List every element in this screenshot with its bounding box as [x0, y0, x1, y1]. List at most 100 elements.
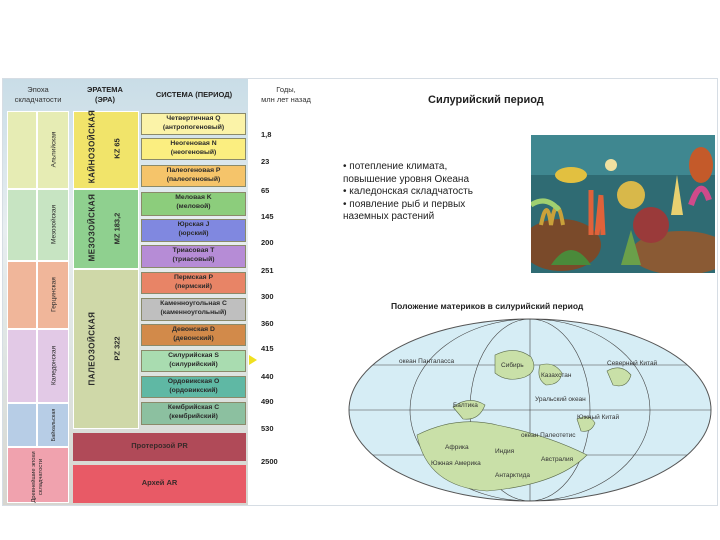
map-label: Казахстан [541, 372, 572, 379]
eon-proterozoic: Протерозой PR [73, 433, 246, 461]
period-neogene: Неогеновая N (неогеновый) [141, 138, 246, 160]
fold-ancient-label: Древнейшие эпохи складчатости [31, 451, 44, 503]
era-mesozoic-code: MZ 183,2 [112, 212, 122, 245]
era-paleozoic: ПАЛЕОЗОЙСКАЯ PZ 322 [73, 269, 139, 429]
map-label: Уральский океан [535, 395, 586, 403]
fold-hercynian-label: Герцинская [50, 277, 58, 312]
period-paleogene-sub: (палеогеновый) [166, 175, 221, 183]
period-quaternary-sub: (антропогеновый) [162, 123, 225, 131]
era-mesozoic: МЕЗОЗОЙСКАЯ MZ 183,2 [73, 189, 139, 269]
map-label: Балтика [453, 402, 478, 409]
silurian-world-map: океан Панталасса Сибирь Казахстан Северн… [348, 318, 712, 502]
map-label: океан Панталасса [399, 358, 454, 365]
year-label: 1,8 [261, 130, 272, 139]
map-label: океан Палеотетис [521, 432, 576, 439]
period-neogene-sub: (неогеновый) [170, 148, 217, 156]
year-label: 360 [261, 319, 274, 328]
fold-hercynian [7, 261, 37, 329]
period-carboniferous-name: Каменноугольная C [160, 300, 227, 307]
map-label: Северный Китай [607, 359, 658, 367]
period-jurassic: Юрская J (юрский) [141, 219, 246, 242]
header-eratema-line2: (ЭРА) [94, 95, 116, 104]
era-cenozoic-code: KZ 65 [112, 138, 122, 159]
period-jurassic-sub: (юрский) [178, 229, 209, 237]
map-label: Африка [445, 444, 469, 451]
header-eratema-line1: ЭРАТЕМА [87, 85, 123, 94]
year-label: 2500 [261, 457, 278, 466]
header-fold-epoch-line2: складчатости [14, 95, 62, 104]
period-neogene-name: Неогеновая N [170, 140, 217, 147]
fold-alpine [7, 111, 37, 189]
fold-caledonian-label-cell: Каледонская [37, 329, 69, 403]
period-cambrian-name: Кембрийская C [167, 404, 220, 411]
year-label: 145 [261, 212, 274, 221]
era-paleozoic-code: PZ 322 [112, 336, 122, 361]
year-label: 490 [261, 397, 274, 406]
fold-baikal [7, 403, 37, 447]
fold-mesozoic-label: Мезозойская [50, 205, 58, 244]
header-years-line1: Годы, [276, 85, 296, 94]
header-years: Годы, млн лет назад [251, 85, 321, 105]
header-eratema: ЭРАТЕМА (ЭРА) [75, 85, 135, 105]
period-carboniferous: Каменноугольная C (каменноугольный) [141, 298, 246, 321]
year-label: 65 [261, 186, 270, 195]
silurian-reef-illustration [531, 135, 715, 273]
fold-hercynian-label-cell: Герцинская [37, 261, 69, 329]
fold-caledonian-label: Каледонская [50, 345, 58, 386]
header-system: СИСТЕМА (ПЕРИОД) [155, 90, 233, 99]
header-years-line2: млн лет назад [261, 95, 311, 104]
fold-alpine-label: Альпийская [50, 131, 58, 168]
bullet-line: • появление рыб и первых [343, 198, 466, 210]
fold-baikal-label-cell: Байкальская [37, 403, 69, 447]
year-label: 23 [261, 157, 270, 166]
period-devonian-sub: (девонский) [173, 334, 214, 342]
period-cambrian-sub: (кембрийский) [169, 412, 218, 420]
bullet-line: повышение уровня Океана [343, 173, 470, 185]
period-silurian-sub: (силурийский) [169, 360, 218, 368]
period-cretaceous-name: Меловая K [175, 194, 212, 201]
map-label: Сибирь [501, 361, 524, 369]
year-label: 415 [261, 344, 274, 353]
era-cenozoic: КАЙНОЗОЙСКАЯ KZ 65 [73, 110, 139, 189]
header-fold-epoch-line1: Эпоха [27, 85, 49, 94]
bullet-line: • каледонская складчатость [343, 186, 473, 197]
period-devonian: Девонская D (девонский) [141, 324, 246, 346]
page-title: Силурийский период [428, 94, 544, 106]
period-carboniferous-sub: (каменноугольный) [160, 308, 227, 316]
slide: Эпоха складчатости ЭРАТЕМА (ЭРА) СИСТЕМА… [2, 78, 718, 506]
era-mesozoic-name: МЕЗОЗОЙСКАЯ [87, 193, 97, 262]
year-label: 440 [261, 372, 274, 381]
period-cretaceous: Меловая K (меловой) [141, 192, 246, 216]
period-silurian: Силурийская S (силурийский) [141, 350, 246, 372]
era-cenozoic-name: КАЙНОЗОЙСКАЯ [87, 109, 97, 184]
fold-alpine-label-cell: Альпийская [37, 111, 69, 189]
map-label: Южная Америка [431, 460, 481, 467]
period-devonian-name: Девонская D [172, 326, 215, 333]
period-paleogene: Палеогеновая P (палеогеновый) [141, 165, 246, 187]
fold-baikal-label: Байкальская [51, 408, 57, 442]
eon-archean: Архей AR [73, 465, 246, 503]
year-label: 300 [261, 292, 274, 301]
header-fold-epoch: Эпоха складчатости [7, 85, 69, 105]
fold-ancient: Древнейшие эпохи складчатости [7, 447, 69, 503]
period-permian-name: Пермская P [173, 274, 214, 281]
period-cretaceous-sub: (меловой) [176, 202, 211, 210]
period-triassic-name: Триасовая T [172, 247, 215, 254]
period-paleogene-name: Палеогеновая P [166, 167, 221, 174]
year-label: 200 [261, 238, 274, 247]
year-label: 251 [261, 266, 274, 275]
period-jurassic-name: Юрская J [177, 221, 210, 228]
period-ordovician-sub: (ордовикский) [169, 386, 218, 394]
map-label: Индия [495, 448, 515, 455]
bullet-line: наземных растений [343, 211, 435, 222]
bullet-list: • потепление климата, повышение уровня О… [343, 161, 533, 224]
period-triassic-sub: (триасовый) [172, 255, 215, 263]
period-quaternary: Четвертичная Q (антропогеновый) [141, 113, 246, 135]
period-ordovician-name: Ордовикская O [167, 378, 220, 385]
period-permian: Пермская P (пермский) [141, 272, 246, 294]
period-cambrian: Кембрийская C (кембрийский) [141, 402, 246, 425]
period-silurian-name: Силурийская S [168, 352, 219, 359]
fold-caledonian [7, 329, 37, 403]
year-label: 530 [261, 424, 274, 433]
period-ordovician: Ордовикская O (ордовикский) [141, 376, 246, 398]
